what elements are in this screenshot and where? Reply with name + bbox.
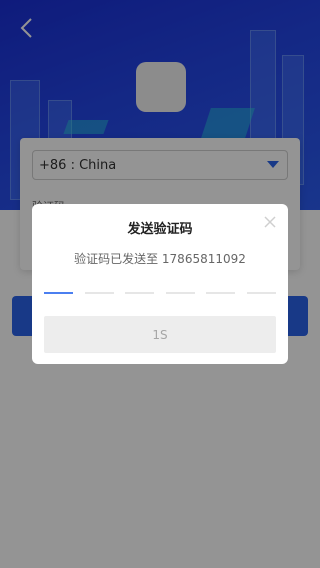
sent-message: 验证码已发送至 17865811092 — [74, 252, 246, 266]
code-digit-slot[interactable] — [246, 292, 276, 294]
close-icon — [264, 216, 276, 228]
resend-countdown-button[interactable]: 1S — [44, 316, 276, 353]
code-digit-slot[interactable] — [44, 292, 73, 294]
code-digit-slot[interactable] — [84, 292, 114, 294]
countdown-label: 1S — [152, 327, 168, 342]
close-button[interactable] — [262, 214, 278, 230]
dialog-title: 发送验证码 — [127, 222, 193, 237]
verification-dialog: 发送验证码 验证码已发送至 17865811092 1S — [32, 204, 288, 364]
code-input[interactable] — [44, 292, 276, 298]
code-digit-slot[interactable] — [125, 292, 155, 294]
code-digit-slot[interactable] — [165, 292, 195, 294]
code-digit-slot[interactable] — [206, 292, 236, 294]
